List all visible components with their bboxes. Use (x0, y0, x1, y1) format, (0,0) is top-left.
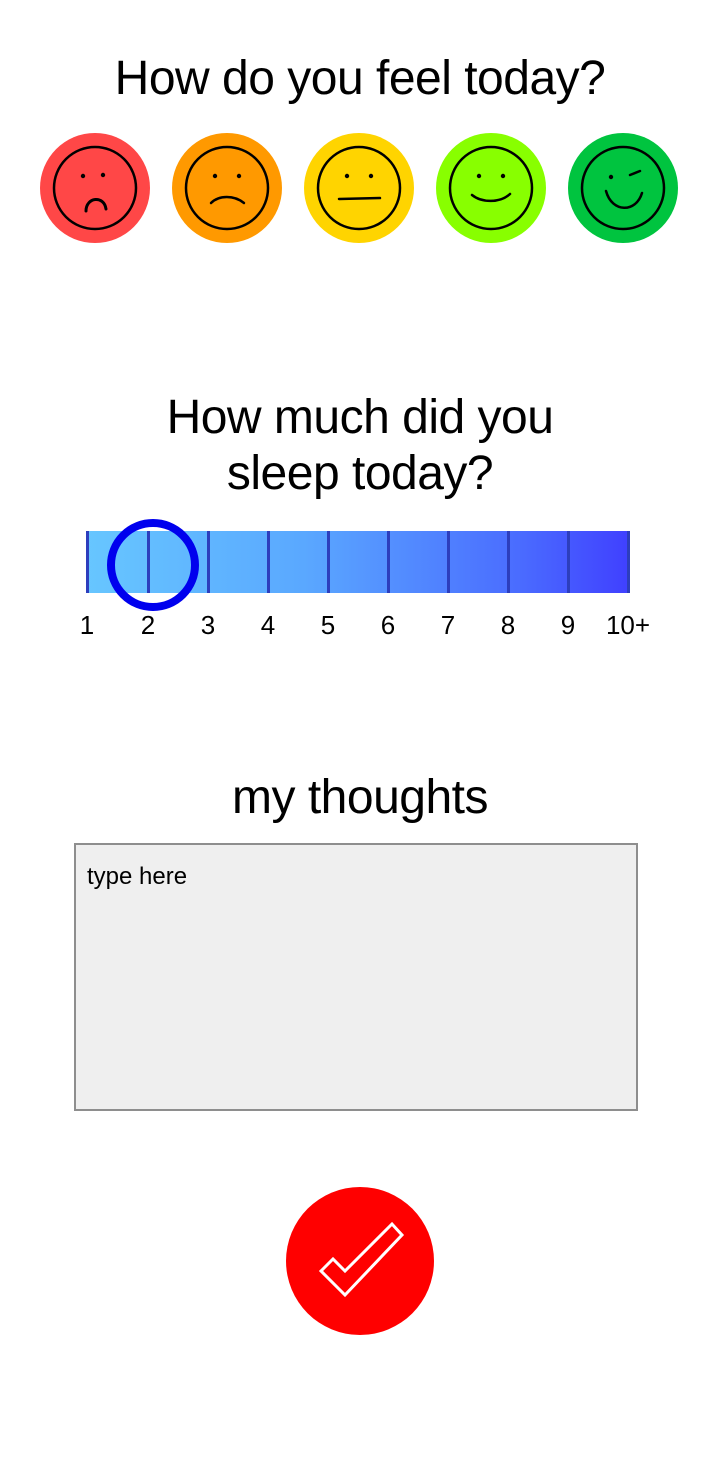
sleep-label-2: 2 (140, 610, 156, 640)
slider-tick (567, 531, 570, 593)
sleep-question-line2: sleep today? (226, 447, 494, 500)
sleep-label-10-plus: 10+ (605, 610, 651, 640)
slider-tick (387, 531, 390, 593)
sleep-slider-thumb[interactable] (107, 519, 199, 611)
sleep-label-4: 4 (260, 610, 276, 640)
sleep-question: How much did you sleep today? (0, 390, 720, 502)
neutral-face-icon[interactable] (304, 133, 414, 243)
slider-tick (267, 531, 270, 593)
slider-tick (447, 531, 450, 593)
mood-options (40, 133, 680, 243)
sleep-label-3: 3 (200, 610, 216, 640)
slider-tick (627, 531, 630, 593)
slider-tick (86, 531, 89, 593)
sleep-label-9: 9 (560, 610, 576, 640)
submit-button[interactable] (286, 1187, 434, 1335)
sleep-question-line1: How much did you (166, 391, 554, 444)
happy-face-icon[interactable] (436, 133, 546, 243)
thoughts-input[interactable] (74, 843, 638, 1111)
thoughts-heading: my thoughts (232, 771, 488, 824)
sleep-label-7: 7 (440, 610, 456, 640)
sleep-label-1: 1 (79, 610, 95, 640)
mood-question: How do you feel today? (114, 52, 606, 105)
very-sad-face-icon[interactable] (40, 133, 150, 243)
very-happy-face-icon[interactable] (568, 133, 678, 243)
checkmark-icon (318, 1221, 405, 1298)
slider-tick (207, 531, 210, 593)
sleep-label-8: 8 (500, 610, 516, 640)
sad-face-icon[interactable] (172, 133, 282, 243)
sleep-label-5: 5 (320, 610, 336, 640)
slider-tick (507, 531, 510, 593)
slider-tick (327, 531, 330, 593)
sleep-label-6: 6 (380, 610, 396, 640)
